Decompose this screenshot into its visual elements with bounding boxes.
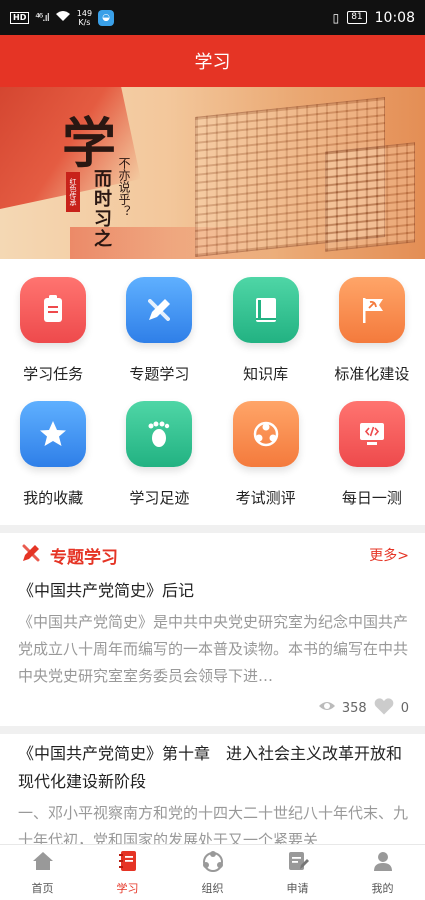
grid-label: 我的收藏 <box>23 489 84 507</box>
page-title: 学习 <box>0 35 425 87</box>
wifi-icon <box>55 10 71 25</box>
divider <box>0 525 425 533</box>
people-icon <box>232 401 299 467</box>
signal-icon: ⁴⁶.ıl <box>35 11 49 24</box>
hd-badge: HD <box>10 11 30 24</box>
tab-profile[interactable]: 我的 <box>340 845 425 900</box>
tab-label: 学习 <box>116 882 139 895</box>
article-meta: 358 0 <box>18 690 409 726</box>
section-header: 专题学习 更多> <box>0 533 425 577</box>
grid-label: 学习任务 <box>23 365 84 383</box>
like-count: 0 <box>400 700 409 716</box>
article-title: 《中国共产党简史》第十章 进入社会主义改革开放和现代化建设新阶段 <box>18 744 403 791</box>
status-bar: HD ⁴⁶.ıl 149 K/s ◒ ▯ 81 10:08 <box>0 0 425 35</box>
tab-study[interactable]: 学习 <box>85 845 170 900</box>
feature-grid: 学习任务 专题学习 知识库 标准化建设 我的收藏 学习足迹 考试测评 每日一测 <box>0 259 425 525</box>
code-monitor-icon <box>338 401 405 467</box>
battery-icon: 81 <box>347 11 367 24</box>
clock: 10:08 <box>374 9 415 26</box>
tab-label: 我的 <box>371 882 394 895</box>
grid-item-topic-study[interactable]: 专题学习 <box>106 277 212 401</box>
banner-phrase: 而时习之 <box>91 169 112 249</box>
banner-sub-phrase: 不亦说乎？ <box>117 157 131 217</box>
grid-label: 专题学习 <box>129 365 190 383</box>
clipboard-icon <box>20 277 87 343</box>
tab-home[interactable]: 首页 <box>0 845 85 900</box>
grid-item-exam[interactable]: 考试测评 <box>213 401 319 525</box>
article-item[interactable]: 《中国共产党简史》后记 《中国共产党简史》是中共中央党史研究室为纪念中国共产党成… <box>0 577 425 726</box>
book-icon <box>232 277 299 343</box>
tab-label: 组织 <box>201 882 224 895</box>
pencil-ruler-icon <box>126 277 193 343</box>
star-icon <box>20 401 87 467</box>
grid-label: 每日一测 <box>341 489 402 507</box>
article-item[interactable]: 《中国共产党简史》第十章 进入社会主义改革开放和现代化建设新阶段 一、邓小平视察… <box>0 734 425 854</box>
tab-application[interactable]: 申请 <box>255 845 340 900</box>
footprint-icon <box>126 401 193 467</box>
app-notification-icon: ◒ <box>98 9 115 26</box>
app-screen: HD ⁴⁶.ıl 149 K/s ◒ ▯ 81 10:08 学习 学 红色传承 而… <box>0 0 425 900</box>
grid-item-favorites[interactable]: 我的收藏 <box>0 401 106 525</box>
grid-item-standardization[interactable]: 标准化建设 <box>319 277 425 401</box>
grid-label: 考试测评 <box>235 489 296 507</box>
tab-organization[interactable]: 组织 <box>170 845 255 900</box>
notebook-icon <box>116 849 140 877</box>
divider <box>0 726 425 734</box>
grid-item-study-tasks[interactable]: 学习任务 <box>0 277 106 401</box>
article-summary: 《中国共产党简史》是中共中央党史研究室为纪念中国共产党成立八十周年而编写的一本普… <box>18 613 409 685</box>
grid-label: 标准化建设 <box>334 365 410 383</box>
view-count: 358 <box>341 700 367 716</box>
heart-icon[interactable] <box>373 695 395 721</box>
banner-seal: 红色传承 <box>66 172 80 212</box>
application-icon <box>286 849 310 877</box>
grid-label: 学习足迹 <box>129 489 190 507</box>
network-speed: 149 K/s <box>76 8 93 27</box>
building-illustration-small <box>325 142 415 252</box>
banner-calligraphy: 学 <box>62 111 116 175</box>
section-title: 专题学习 <box>50 547 118 568</box>
grid-item-daily-test[interactable]: 每日一测 <box>319 401 425 525</box>
pencil-icon <box>20 542 42 568</box>
tab-label: 首页 <box>31 882 54 895</box>
user-icon <box>371 849 395 877</box>
more-link[interactable]: 更多> <box>369 545 409 565</box>
article-title: 《中国共产党简史》后记 <box>18 581 195 600</box>
tab-label: 申请 <box>286 882 309 895</box>
grid-item-study-footprint[interactable]: 学习足迹 <box>106 401 212 525</box>
organization-icon <box>201 849 225 877</box>
bottom-tab-bar: 首页 学习 组织 申请 我的 <box>0 844 425 900</box>
grid-label: 知识库 <box>243 365 289 383</box>
party-flag-icon <box>338 277 405 343</box>
home-icon <box>31 849 55 877</box>
grid-item-knowledge-base[interactable]: 知识库 <box>213 277 319 401</box>
banner-image[interactable]: 学 红色传承 而时习之 不亦说乎？ <box>0 87 425 259</box>
eye-icon <box>318 697 336 719</box>
vibrate-icon: ▯ <box>332 10 340 25</box>
